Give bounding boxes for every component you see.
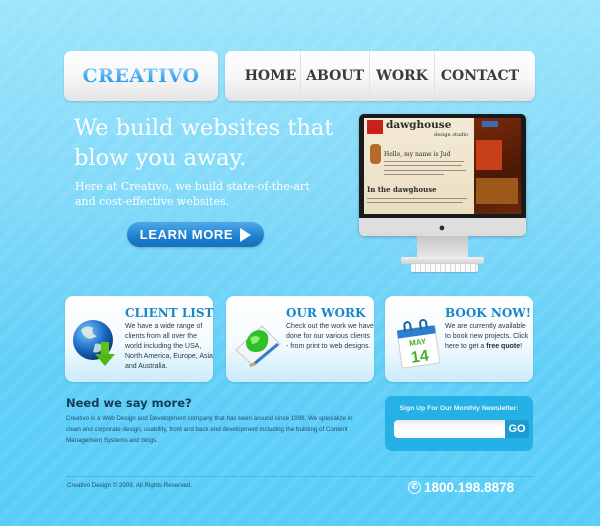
- phone-icon: ✆: [408, 481, 421, 494]
- screen-text-line: [367, 202, 463, 203]
- newsletter-label: Sign Up For Our Monthly Newsletter:: [399, 405, 519, 412]
- card-text: We have a wide range of clients from all…: [125, 323, 213, 370]
- screen-widget: [476, 178, 518, 204]
- cartoon-character-icon: [370, 144, 381, 164]
- footer-divider: [66, 476, 533, 477]
- newsletter-box: Sign Up For Our Monthly Newsletter: GO: [385, 396, 533, 451]
- hero-subtitle-line1: Here at Creativo, we build state-of-the-…: [75, 180, 310, 193]
- phone-number: ✆ 1800.198.8878: [408, 480, 514, 495]
- apple-logo-icon: ●: [438, 222, 446, 234]
- monitor-body: dawghouse design studio Hello, my name i…: [359, 114, 526, 236]
- nav-work[interactable]: WORK: [369, 51, 434, 101]
- screen-site-logo-sub: design studio: [434, 132, 468, 138]
- play-arrow-icon: [240, 227, 252, 242]
- paw-logo-icon: [367, 120, 383, 134]
- showcase-monitor: dawghouse design studio Hello, my name i…: [359, 114, 526, 276]
- screen-greeting: Hello, my name is Jud: [384, 151, 451, 158]
- screen-text-line: [384, 165, 462, 166]
- about-text: Creativo is a Web Design and Development…: [66, 415, 353, 444]
- screen-text-line: [384, 161, 464, 162]
- calendar-day: 14: [410, 348, 430, 367]
- monitor-foot: [401, 257, 484, 264]
- logo[interactable]: CREATIVO: [64, 51, 218, 101]
- about-title: Need we say more?: [66, 396, 192, 410]
- main-nav: HOME ABOUT WORK CONTACT: [225, 51, 535, 101]
- hero-subtitle-line2: and cost-effective websites.: [75, 195, 230, 208]
- newsletter-email-input[interactable]: [394, 420, 505, 438]
- card-title: BOOK NOW!: [445, 306, 532, 320]
- newsletter-go-button[interactable]: GO: [505, 420, 529, 438]
- hero-title: We build websites that blow you away.: [74, 113, 364, 173]
- screen-nav-badge: [482, 121, 498, 127]
- screen-menu: [476, 140, 502, 170]
- free-quote-link[interactable]: free quote: [486, 343, 520, 350]
- card-title: OUR WORK: [286, 306, 366, 320]
- paint-canvas-icon: [235, 325, 281, 368]
- calendar-icon: MAY 14: [396, 318, 440, 369]
- hero-title-line2: blow you away.: [74, 145, 247, 171]
- screen-section-title: In the dawghouse: [367, 185, 437, 194]
- learn-more-button[interactable]: LEARN MORE: [127, 222, 264, 247]
- learn-more-label: LEARN MORE: [139, 227, 234, 242]
- phone-text: 1800.198.8878: [424, 480, 515, 495]
- screen-site-logo: dawghouse: [386, 119, 452, 131]
- copyright: Creativo Design © 2009. All Rights Reser…: [67, 482, 192, 489]
- nav-about[interactable]: ABOUT: [300, 51, 369, 101]
- nav-contact[interactable]: CONTACT: [434, 51, 535, 101]
- globe-download-icon: [73, 320, 115, 366]
- nav-home[interactable]: HOME: [225, 51, 300, 101]
- logo-text: CREATIVO: [82, 65, 200, 87]
- screen-text-line: [367, 198, 467, 199]
- screen-text-line: [384, 174, 444, 175]
- monitor-screen: dawghouse design studio Hello, my name i…: [364, 118, 521, 214]
- feature-card-our-work[interactable]: OUR WORK Check out the work we have done…: [226, 296, 374, 382]
- hero-subtitle: Here at Creativo, we build state-of-the-…: [75, 179, 325, 209]
- card-text: We are currently available to book new p…: [445, 322, 533, 352]
- keyboard: [411, 264, 478, 272]
- card-title: CLIENT LIST: [125, 306, 214, 320]
- monitor-bezel: dawghouse design studio Hello, my name i…: [359, 114, 526, 218]
- screen-text-line: [384, 170, 466, 171]
- card-text: Check out the work we have done for our …: [286, 323, 374, 350]
- feature-card-client-list[interactable]: CLIENT LIST We have a wide range of clie…: [65, 296, 213, 382]
- monitor-stand: [417, 236, 468, 258]
- card-text-part: !: [520, 343, 523, 350]
- hero-title-line1: We build websites that: [74, 115, 334, 141]
- feature-card-book-now[interactable]: MAY 14 BOOK NOW! We are currently availa…: [385, 296, 533, 382]
